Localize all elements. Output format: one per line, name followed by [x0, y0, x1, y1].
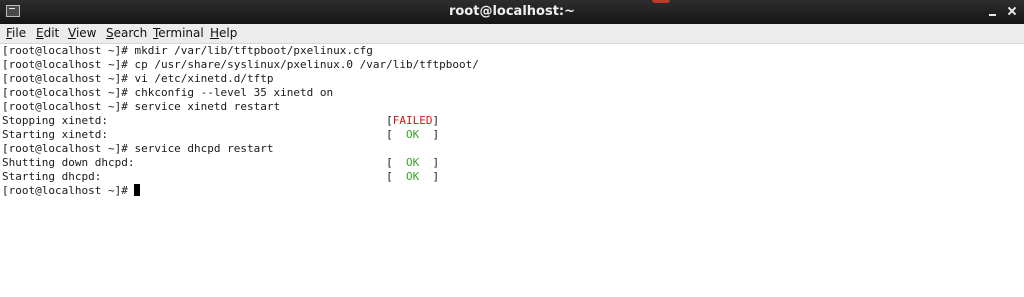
status-bracket-close: ] [432, 114, 440, 127]
service-message: Starting xinetd: [2, 128, 387, 141]
terminal-line: [root@localhost ~]# cp /usr/share/syslin… [2, 58, 479, 71]
status-ok: OK [392, 128, 433, 141]
status-bracket-close: ] [432, 170, 440, 183]
service-message: Stopping xinetd: [2, 114, 387, 127]
terminal-output[interactable]: [root@localhost ~]# mkdir /var/lib/tftpb… [2, 44, 1022, 297]
terminal-line: Starting dhcpd: [ OK ] [2, 170, 1022, 184]
menu-help-label: elp [219, 26, 238, 40]
menu-terminal-label: erminal [158, 26, 204, 40]
service-message: Starting dhcpd: [2, 170, 387, 183]
service-message: Shutting down dhcpd: [2, 156, 387, 169]
menu-file[interactable]: File [6, 26, 26, 40]
menu-terminal[interactable]: Terminal [153, 26, 204, 40]
menu-help[interactable]: Help [210, 26, 237, 40]
status-failed: FAILED [392, 114, 433, 127]
terminal-line: [root@localhost ~]# mkdir /var/lib/tftpb… [2, 44, 373, 57]
terminal-line: [root@localhost ~]# service dhcpd restar… [2, 142, 274, 155]
terminal-line: [root@localhost ~]# service xinetd resta… [2, 100, 281, 113]
status-bracket-open: [ [386, 114, 393, 127]
menu-help-mnemonic: H [210, 26, 220, 40]
terminal-line: [root@localhost ~]# vi /etc/xinetd.d/tft… [2, 72, 274, 85]
minimize-icon[interactable] [986, 4, 1000, 18]
terminal-line: [root@localhost ~]# chkconfig --level 35… [2, 86, 334, 99]
terminal-line: Starting xinetd: [ OK ] [2, 128, 1022, 142]
text-cursor [134, 184, 141, 196]
status-bracket-close: ] [432, 128, 440, 141]
terminal-line: [root@localhost ~]# [2, 184, 1022, 198]
menu-search[interactable]: Search [106, 26, 147, 40]
terminal-window: root@localhost:~ File Edit View Search T… [0, 0, 1024, 297]
menu-edit-label: dit [43, 26, 60, 40]
menu-search-mnemonic: S [106, 26, 114, 40]
status-bracket-close: ] [432, 156, 440, 169]
menu-view-mnemonic: V [68, 26, 76, 40]
menu-file-label: ile [12, 26, 27, 40]
menu-bar: File Edit View Search Terminal Help [0, 24, 1024, 44]
menu-view-label: iew [75, 26, 97, 40]
status-bracket-open: [ [386, 170, 393, 183]
title-bar[interactable]: root@localhost:~ [0, 0, 1024, 24]
menu-edit-mnemonic: E [36, 26, 44, 40]
status-ok: OK [392, 156, 433, 169]
menu-edit[interactable]: Edit [36, 26, 59, 40]
status-ok: OK [392, 170, 433, 183]
status-bracket-open: [ [386, 128, 393, 141]
status-bracket-open: [ [386, 156, 393, 169]
window-title: root@localhost:~ [448, 4, 576, 19]
menu-view[interactable]: View [68, 26, 96, 40]
close-icon[interactable] [1005, 4, 1019, 18]
shell-prompt: [root@localhost ~]# [2, 184, 135, 197]
terminal-line: Shutting down dhcpd: [ OK ] [2, 156, 1022, 170]
menu-search-label: earch [113, 26, 148, 40]
terminal-line: Stopping xinetd: [FAILED] [2, 114, 1022, 128]
title-bar-accent [652, 0, 670, 3]
